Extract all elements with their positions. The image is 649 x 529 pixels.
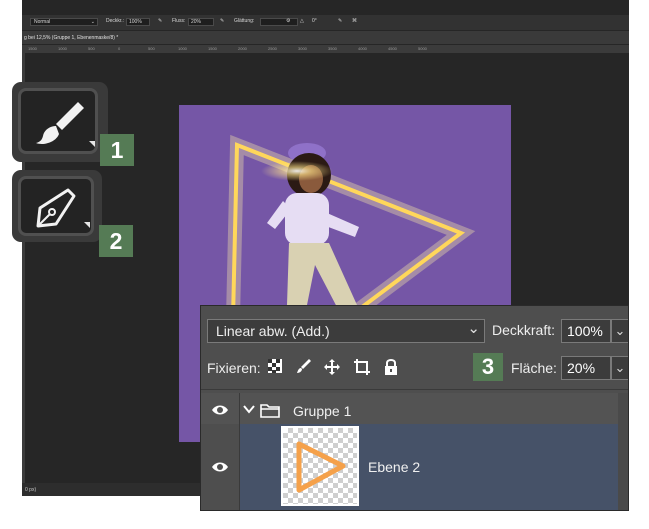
- opacity-label: Deckkr.:: [106, 18, 125, 24]
- visibility-toggle[interactable]: [201, 393, 239, 427]
- pressure-size-icon[interactable]: ✎: [338, 18, 342, 24]
- chevron-down-icon: ⌄: [467, 320, 480, 337]
- ruler-tick-label: 0: [118, 46, 121, 51]
- layers-scrollbar[interactable]: [618, 393, 628, 510]
- badge-3: 3: [473, 353, 503, 381]
- eye-icon: [212, 405, 228, 415]
- chevron-down-icon: ⌄: [90, 19, 95, 25]
- layer-thumbnail[interactable]: [281, 426, 359, 506]
- visibility-column-divider: [239, 424, 240, 510]
- badge-1-number: 1: [110, 137, 124, 163]
- ruler-tick-label: 500: [88, 46, 95, 51]
- ruler-tick-label: 500: [148, 46, 155, 51]
- blend-mode-value: Linear abw. (Add.): [216, 323, 330, 339]
- badge-2-number: 2: [109, 228, 123, 254]
- ruler-tick-label: 3500: [328, 46, 337, 51]
- panel-divider: [201, 389, 628, 390]
- ruler-tick-label: 2000: [238, 46, 247, 51]
- eye-icon: [212, 462, 228, 472]
- pressure-opacity-icon[interactable]: ✎: [158, 18, 162, 24]
- ruler-tick-label: 1000: [178, 46, 187, 51]
- gear-icon[interactable]: ⚙: [286, 18, 290, 24]
- ruler-tick-label: 4500: [388, 46, 397, 51]
- badge-1: 1: [100, 134, 134, 166]
- pen-tool-button[interactable]: [12, 170, 102, 242]
- visibility-toggle[interactable]: [201, 424, 239, 510]
- layer-row-selected[interactable]: Ebene 2: [201, 424, 628, 510]
- opacity-dropdown-button[interactable]: ⌄: [611, 319, 628, 343]
- chevron-down-icon[interactable]: [243, 404, 255, 414]
- lock-label: Fixieren:: [207, 360, 261, 376]
- smoothing-label: Glättung:: [234, 18, 255, 24]
- layer-name: Ebene 2: [368, 459, 421, 475]
- flow-field[interactable]: 20%: [188, 18, 214, 26]
- ruler-tick-label: 1000: [58, 46, 67, 51]
- opacity-value: 100%: [129, 19, 142, 25]
- brush-mode-value: Normal: [34, 19, 51, 25]
- fill-dropdown-button[interactable]: ⌄: [611, 356, 628, 380]
- ruler-tick-label: 5000: [418, 46, 427, 51]
- opacity-value: 100%: [567, 323, 603, 339]
- brush-tool-button[interactable]: [12, 82, 108, 162]
- layer-row-group[interactable]: Gruppe 1: [201, 393, 628, 427]
- angle-value[interactable]: 0°: [312, 18, 317, 24]
- brush-icon: [36, 102, 95, 147]
- lock-artboard-icon[interactable]: [353, 358, 371, 376]
- airbrush-icon[interactable]: ✎: [220, 18, 224, 24]
- smoothing-field[interactable]: [260, 18, 298, 26]
- ruler-tick-label: 3000: [298, 46, 307, 51]
- document-tab-title: g bei 12,5% (Gruppe 1, Ebenenmaske/8) *: [24, 35, 119, 41]
- opacity-label: Deckkraft:: [492, 322, 556, 338]
- angle-icon: △: [300, 18, 304, 24]
- layers-panel: Linear abw. (Add.) ⌄ Deckkraft: 100% ⌄ F…: [200, 305, 629, 511]
- ruler-tick-label: 2500: [268, 46, 277, 51]
- fill-label: Fläche:: [511, 360, 557, 376]
- horizontal-ruler: 1500 1000 500 0 500 1000 1500 2000 2500 3000 3500 4…: [22, 45, 629, 53]
- ruler-tick-label: 4000: [358, 46, 367, 51]
- ruler-tick-label: 1500: [208, 46, 217, 51]
- opacity-field[interactable]: 100%: [561, 319, 611, 343]
- flow-value: 20%: [191, 19, 202, 25]
- lock-position-icon[interactable]: [323, 358, 341, 376]
- options-bar: Normal ⌄ Deckkr.: 100% ✎ Fluss: 20% ✎ Gl…: [22, 15, 629, 30]
- lock-all-icon[interactable]: [384, 358, 398, 375]
- blend-mode-select[interactable]: Linear abw. (Add.) ⌄: [207, 319, 485, 343]
- lens-flare: [261, 161, 333, 181]
- status-text: 0 px): [25, 487, 37, 493]
- lock-transparent-pixels-icon[interactable]: [267, 358, 283, 374]
- fill-field[interactable]: 20%: [561, 356, 611, 380]
- brush-mode-select[interactable]: Normal ⌄: [30, 18, 98, 26]
- badge-2: 2: [99, 225, 133, 257]
- group-name: Gruppe 1: [293, 403, 352, 419]
- opacity-field[interactable]: 100%: [126, 18, 150, 26]
- badge-3-number: 3: [481, 354, 495, 379]
- ruler-tick-label: 1500: [28, 46, 37, 51]
- visibility-column-divider: [239, 393, 240, 427]
- pen-icon: [36, 188, 90, 228]
- triangle-thumbnail-graphic: [296, 441, 346, 493]
- document-tab[interactable]: g bei 12,5% (Gruppe 1, Ebenenmaske/8) *: [22, 31, 629, 44]
- symmetry-icon[interactable]: ⌘: [352, 18, 357, 24]
- folder-icon: [260, 404, 280, 418]
- lock-image-pixels-icon[interactable]: [296, 358, 312, 374]
- flow-label: Fluss:: [172, 18, 186, 24]
- fill-value: 20%: [567, 360, 596, 376]
